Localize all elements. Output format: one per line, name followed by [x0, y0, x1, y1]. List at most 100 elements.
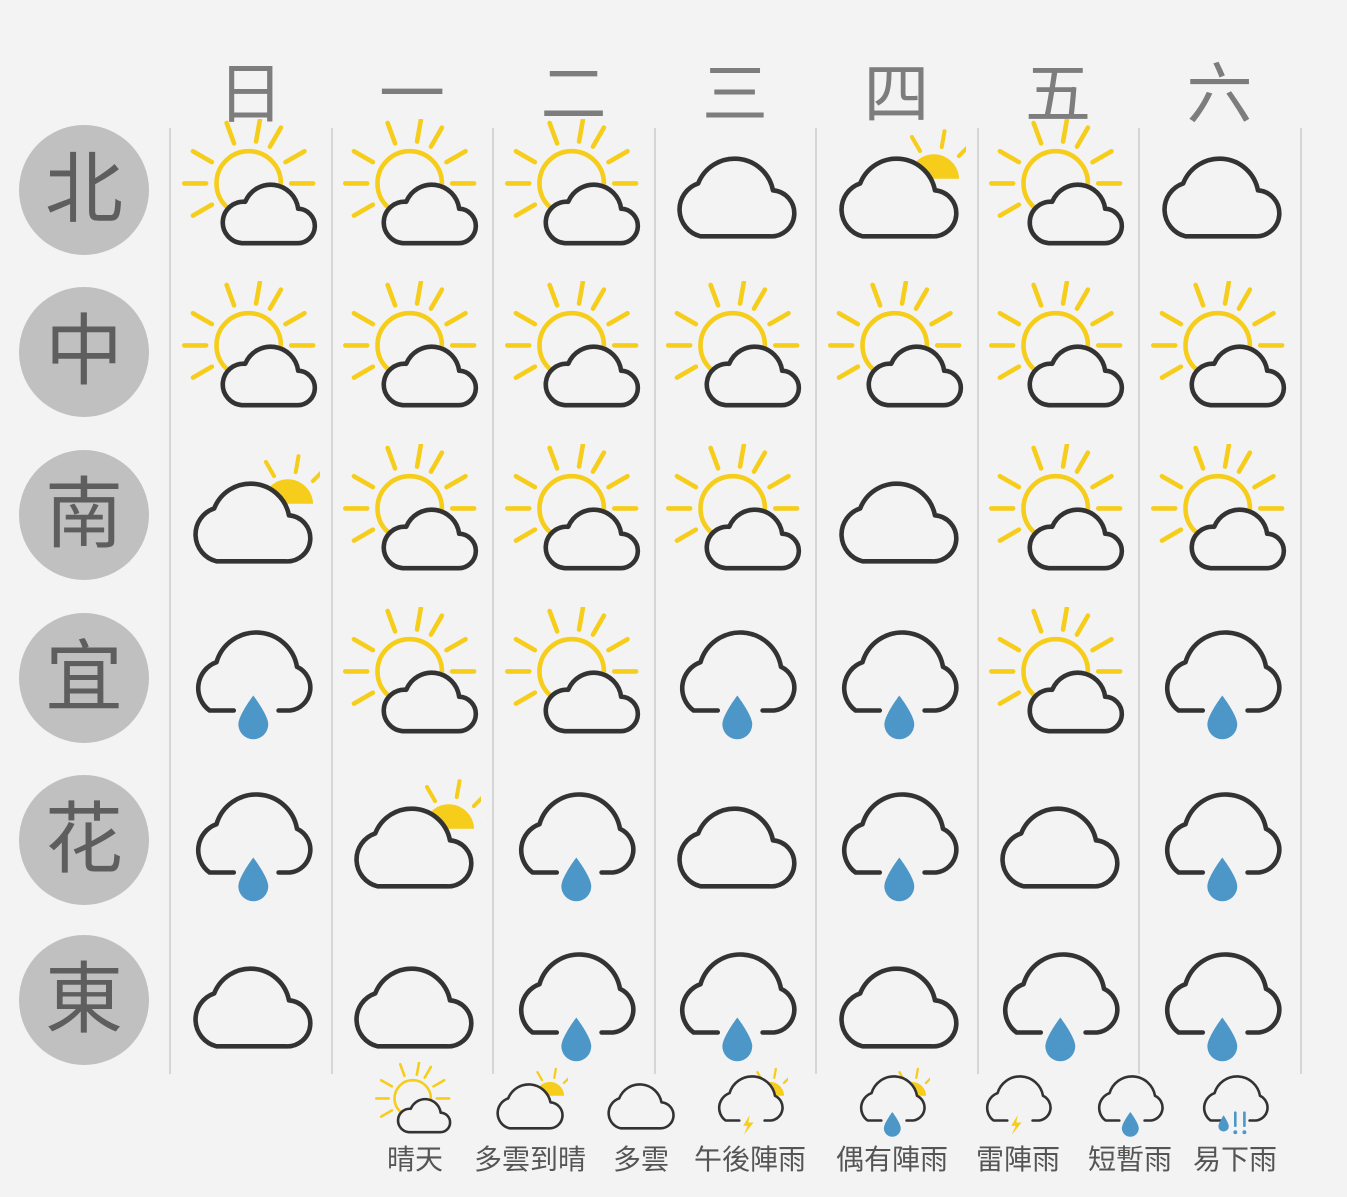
rain-icon	[680, 630, 797, 740]
legend-icon	[710, 1062, 800, 1144]
cloudy-icon	[839, 481, 959, 564]
forecast-cell	[828, 929, 966, 1071]
forecast-cell	[1151, 929, 1289, 1071]
sunny-cloud-icon	[504, 605, 640, 734]
sunny-cloud-icon	[989, 279, 1125, 408]
rain-icon	[195, 630, 313, 740]
forecast-cell	[828, 607, 966, 749]
forecast-cell	[666, 119, 804, 261]
rain-icon	[841, 630, 959, 740]
region-badge: 北	[19, 125, 149, 255]
legend-label: 易下雨	[1192, 1143, 1277, 1176]
legend-icon	[375, 1061, 453, 1144]
forecast-cell	[343, 605, 481, 749]
sunny-cloud-icon	[989, 442, 1125, 571]
legend-icon	[978, 1062, 1056, 1144]
rain-icon	[518, 792, 636, 902]
sunny-cloud-icon	[1150, 279, 1286, 408]
forecast-cell	[343, 442, 481, 586]
forecast-cell	[182, 607, 320, 749]
rain-icon	[841, 792, 959, 902]
forecast-cell	[666, 442, 804, 586]
legend-icon	[490, 1062, 580, 1144]
sunny-cloud-icon	[989, 117, 1125, 246]
sunny-cloud-icon	[827, 279, 963, 408]
forecast-cell	[343, 279, 481, 423]
legend-icon	[852, 1062, 942, 1144]
sunny-cloud-icon	[1150, 442, 1286, 571]
forecast-cell	[828, 119, 986, 261]
cloudy-icon	[677, 806, 797, 889]
rain-icon	[1164, 792, 1282, 902]
forecast-cell	[1151, 769, 1289, 911]
region-badge: 宜	[19, 613, 149, 743]
forecast-cell	[989, 279, 1127, 423]
forecast-cell	[343, 929, 481, 1071]
cloudy-icon	[1162, 156, 1282, 239]
forecast-cell	[182, 769, 320, 911]
cloud-sun-peek-icon	[193, 454, 340, 564]
cloud-sun-peek-icon	[496, 1067, 580, 1130]
forecast-cell	[343, 769, 501, 911]
sunny-cloud-icon	[343, 605, 479, 734]
forecast-cell	[666, 607, 804, 749]
legend-label: 午後陣雨	[693, 1143, 806, 1176]
forecast-cell	[504, 279, 643, 423]
legend-item: 偶有陣雨	[832, 1062, 952, 1187]
forecast-cell	[666, 929, 804, 1071]
forecast-cell	[343, 117, 481, 261]
forecast-cell	[989, 442, 1127, 586]
legend-item: 午後陣雨	[690, 1062, 810, 1187]
legend-item: 易下雨	[1175, 1062, 1295, 1187]
sunny-cloud-icon	[504, 117, 640, 246]
forecast-cell	[505, 769, 643, 911]
forecast-cell	[182, 929, 320, 1071]
column-divider	[1299, 128, 1302, 1074]
sunny-cloud-icon	[343, 442, 479, 571]
weather-grid: 日一二三四五六 北中南宜花東 晴天 多雲到晴 多雲 午後陣雨 偶有陣雨 雷陣雨 短暫雨 易下雨	[0, 0, 1347, 1197]
sunny-cloud-icon	[343, 117, 479, 246]
cloud-sun-peek-icon	[839, 129, 986, 239]
column-divider	[1138, 128, 1140, 1074]
cloudy-icon	[677, 156, 797, 239]
rain-icon	[1164, 952, 1282, 1062]
afternoon-thunder-icon	[717, 1067, 800, 1135]
region-badge: 花	[19, 775, 149, 905]
rain-icon	[1164, 630, 1282, 740]
thunderstorm-icon	[985, 1075, 1052, 1135]
sunny-cloud-icon	[666, 442, 802, 571]
cloudy-icon	[1000, 806, 1120, 889]
forecast-cell	[504, 117, 643, 261]
column-divider	[976, 128, 979, 1074]
cloudy-icon	[193, 966, 313, 1049]
column-divider	[492, 128, 494, 1074]
forecast-cell	[504, 605, 643, 749]
forecast-cell	[181, 117, 320, 261]
rain-icon	[518, 952, 636, 1062]
sunny-cloud-icon	[343, 279, 479, 408]
rain-icon	[195, 792, 313, 902]
sunny-cloud-icon	[181, 117, 317, 246]
sunny-cloud-icon	[375, 1061, 452, 1134]
brief-rain-icon	[1097, 1075, 1164, 1137]
forecast-cell	[505, 929, 643, 1071]
cloudy-icon	[354, 966, 474, 1049]
region-badge: 南	[19, 450, 149, 580]
sunny-cloud-icon	[666, 279, 802, 408]
forecast-cell	[666, 279, 804, 423]
cloudy-icon	[839, 966, 959, 1049]
region-badge: 中	[19, 287, 149, 417]
cloudy-icon	[607, 1083, 675, 1130]
forecast-cell	[504, 442, 643, 586]
cloud-sun-peek-icon	[354, 779, 501, 889]
forecast-cell	[989, 117, 1127, 261]
legend-icon	[601, 1062, 679, 1144]
forecast-cell	[182, 444, 340, 586]
forecast-cell	[1150, 442, 1289, 586]
forecast-cell	[1151, 119, 1289, 261]
legend-icon	[1195, 1062, 1273, 1144]
forecast-cell	[989, 769, 1127, 911]
occasional-shower-icon	[859, 1067, 942, 1137]
sunny-cloud-icon	[504, 279, 640, 408]
sunny-cloud-icon	[504, 442, 640, 571]
